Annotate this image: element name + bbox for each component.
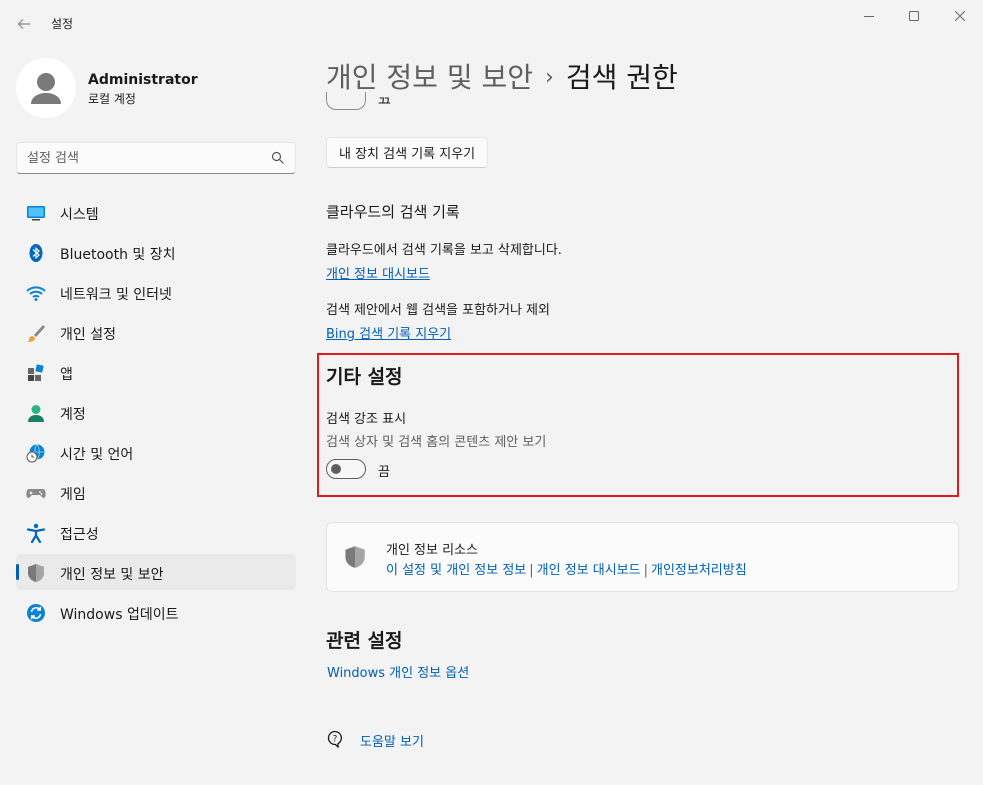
search-highlights-toggle-state: 끔 xyxy=(378,465,390,480)
accessibility-icon xyxy=(26,523,46,543)
highlight-annotation-box xyxy=(317,353,959,497)
sidebar-item-apps[interactable]: 앱 xyxy=(16,354,296,390)
svg-text:?: ? xyxy=(333,735,338,745)
search-highlights-toggle[interactable] xyxy=(326,459,366,479)
gamepad-icon xyxy=(26,489,46,498)
bluetooth-icon xyxy=(29,244,43,262)
privacy-dashboard-link[interactable]: 개인 정보 대시보드 xyxy=(326,263,430,282)
settings-search[interactable] xyxy=(16,142,296,174)
sidebar-item-network[interactable]: 네트워크 및 인터넷 xyxy=(16,274,296,310)
clear-device-history-button[interactable]: 내 장치 검색 기록 지우기 xyxy=(326,137,489,168)
sidebar-item-windows-update[interactable]: Windows 업데이트 xyxy=(16,594,296,630)
wifi-icon xyxy=(26,286,46,301)
privacy-resources-links: 이 설정 및 개인 정보 정보 | 개인 정보 대시보드 | 개인정보처리방침 xyxy=(386,559,747,578)
close-button[interactable] xyxy=(937,0,983,32)
profile-account-type: 로컬 계정 xyxy=(88,92,136,106)
other-settings-heading: 기타 설정 xyxy=(326,366,403,388)
sidebar-item-label: Bluetooth 및 장치 xyxy=(60,247,176,263)
profile-name: Administrator xyxy=(88,72,198,88)
link-separator: | xyxy=(643,563,648,578)
shield-icon xyxy=(28,564,44,582)
cloud-history-description: 클라우드에서 검색 기록을 보고 삭제합니다. xyxy=(326,243,562,258)
sidebar-item-label: 시간 및 언어 xyxy=(60,447,134,463)
sidebar-item-bluetooth[interactable]: Bluetooth 및 장치 xyxy=(16,234,296,270)
back-arrow-icon xyxy=(17,19,30,29)
sidebar-item-label: 시스템 xyxy=(60,207,99,223)
sidebar-item-accessibility[interactable]: 접근성 xyxy=(16,514,296,550)
search-highlights-description: 검색 상자 및 검색 홈의 콘텐츠 제안 보기 xyxy=(326,435,547,450)
user-avatar-icon xyxy=(31,73,61,104)
device-history-toggle-state: 끔 xyxy=(378,94,391,104)
account-icon xyxy=(28,405,44,422)
breadcrumb-separator: › xyxy=(545,65,554,90)
clear-bing-history-link[interactable]: Bing 검색 기록 지우기 xyxy=(326,323,451,342)
avatar[interactable] xyxy=(16,58,76,118)
sidebar-item-label: Windows 업데이트 xyxy=(60,607,179,623)
link-separator: | xyxy=(529,563,534,578)
related-settings-heading: 관련 설정 xyxy=(326,630,403,652)
close-icon xyxy=(955,11,965,21)
privacy-settings-info-link[interactable]: 이 설정 및 개인 정보 정보 xyxy=(386,563,526,578)
apps-icon xyxy=(28,364,44,381)
sidebar-nav: 시스템 Bluetooth 및 장치 네트워크 및 인터넷 개인 설정 앱 계정… xyxy=(16,194,296,634)
brush-icon xyxy=(27,325,45,342)
get-help-link[interactable]: 도움말 보기 xyxy=(360,731,424,750)
cloud-history-heading: 클라우드의 검색 기록 xyxy=(326,203,460,221)
privacy-resources-title: 개인 정보 리소스 xyxy=(386,543,478,558)
sidebar-item-label: 네트워크 및 인터넷 xyxy=(60,287,172,303)
search-highlights-title: 검색 강조 표시 xyxy=(326,412,407,427)
window-title: 설정 xyxy=(51,17,74,31)
maximize-button[interactable] xyxy=(891,0,937,32)
privacy-resources-card: 개인 정보 리소스 이 설정 및 개인 정보 정보 | 개인 정보 대시보드 | 개인정… xyxy=(326,522,959,592)
privacy-statement-link[interactable]: 개인정보처리방침 xyxy=(651,563,747,578)
sidebar-item-privacy-security[interactable]: 개인 정보 및 보안 xyxy=(16,554,296,590)
breadcrumb: 개인 정보 및 보안 › 검색 권한 xyxy=(326,56,678,96)
search-input[interactable] xyxy=(27,143,267,173)
system-icon xyxy=(27,206,45,221)
minimize-button[interactable] xyxy=(846,0,892,32)
maximize-icon xyxy=(909,11,919,21)
title-bar: 설정 xyxy=(0,0,983,46)
windows-privacy-options-link[interactable]: Windows 개인 정보 옵션 xyxy=(327,662,469,681)
sidebar-item-label: 앱 xyxy=(60,367,73,383)
sidebar-item-time-language[interactable]: 시간 및 언어 xyxy=(16,434,296,470)
shield-icon xyxy=(345,546,365,568)
minimize-icon xyxy=(864,16,874,17)
help-icon[interactable]: ? xyxy=(326,730,344,748)
sidebar-item-label: 게임 xyxy=(60,487,86,503)
page-title: 검색 권한 xyxy=(565,61,678,94)
update-icon xyxy=(27,604,45,622)
sidebar-item-label: 계정 xyxy=(60,407,86,423)
sidebar-item-system[interactable]: 시스템 xyxy=(16,194,296,230)
sidebar-item-label: 접근성 xyxy=(60,527,99,543)
search-icon[interactable] xyxy=(271,151,285,165)
toggle-knob xyxy=(331,464,341,474)
sidebar-item-accounts[interactable]: 계정 xyxy=(16,394,296,430)
back-button[interactable] xyxy=(10,10,38,38)
breadcrumb-parent[interactable]: 개인 정보 및 보안 xyxy=(326,61,533,94)
sidebar-item-personalization[interactable]: 개인 설정 xyxy=(16,314,296,350)
sidebar-item-label: 개인 설정 xyxy=(60,327,116,343)
sidebar-item-label: 개인 정보 및 보안 xyxy=(60,567,164,583)
globe-clock-icon xyxy=(26,444,45,463)
sidebar-item-gaming[interactable]: 게임 xyxy=(16,474,296,510)
device-history-toggle[interactable] xyxy=(326,92,366,110)
bing-history-description: 검색 제안에서 웹 검색을 포함하거나 제외 xyxy=(326,303,550,318)
privacy-dashboard-card-link[interactable]: 개인 정보 대시보드 xyxy=(537,563,641,578)
